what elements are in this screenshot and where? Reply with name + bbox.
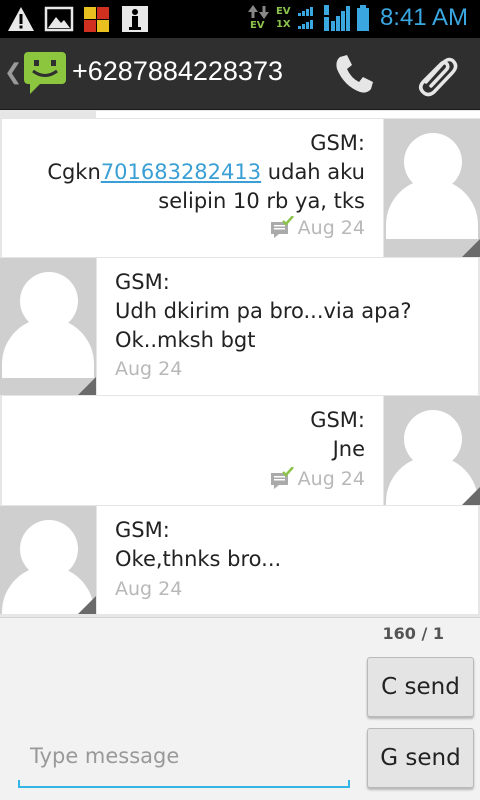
warning-icon: [6, 4, 36, 34]
paperclip-icon[interactable]: [414, 52, 460, 98]
message-bubble: GSM: Jne Aug 24: [2, 396, 383, 505]
input-left-tick: [18, 780, 20, 788]
notification-icons: [6, 4, 150, 34]
message-sender: GSM:: [310, 131, 365, 155]
message-item[interactable]: GSM: Cgkn701683282413 udah aku selipin 1…: [0, 119, 480, 257]
message-date: Aug 24: [297, 468, 365, 490]
message-input[interactable]: Type message: [18, 738, 350, 790]
message-date: Aug 24: [297, 217, 365, 239]
messaging-app-icon[interactable]: [22, 50, 68, 96]
signal-icon: [323, 3, 350, 33]
message-body: Udh dkirim pa bro...via apa? Ok..mksh bg…: [115, 299, 412, 352]
message-item[interactable]: GSM: Jne Aug 24: [0, 396, 480, 505]
message-text-prefix: Cgkn: [47, 160, 101, 184]
g-send-button[interactable]: G send: [367, 728, 474, 788]
message-input-underline: [18, 786, 350, 788]
message-text: GSM: Cgkn701683282413 udah aku selipin 1…: [25, 129, 365, 216]
message-bubble: GSM: Oke,thnks bro... Aug 24: [97, 506, 478, 614]
action-bar: ❮ +6287884228373: [0, 38, 480, 110]
message-text: GSM: Udh dkirim pa bro...via apa? Ok..mk…: [115, 268, 455, 355]
ev-signal-icon: EV 1X: [276, 3, 318, 33]
image-icon: [44, 4, 74, 34]
message-body: Jne: [332, 437, 365, 461]
previous-message-edge: [96, 111, 480, 118]
message-item[interactable]: GSM: Oke,thnks bro... Aug 24: [0, 506, 480, 614]
message-date: Aug 24: [115, 358, 183, 380]
message-sender: GSM:: [115, 518, 170, 542]
delivered-icon: [271, 467, 294, 489]
char-counter: 160 / 1: [382, 624, 444, 643]
message-text: GSM: Oke,thnks bro...: [115, 516, 455, 574]
avatar[interactable]: [384, 119, 480, 257]
delivered-icon: [271, 216, 294, 238]
arrows-label: EV: [249, 20, 265, 31]
contact-title: +6287884228373: [72, 56, 283, 86]
phone-number-link[interactable]: 701683282413: [101, 160, 261, 184]
message-bubble: GSM: Cgkn701683282413 udah aku selipin 1…: [2, 119, 383, 257]
message-date: Aug 24: [115, 578, 183, 600]
message-sender: GSM:: [310, 408, 365, 432]
input-right-tick: [348, 780, 350, 788]
avatar[interactable]: [384, 396, 480, 505]
phone-icon[interactable]: [332, 52, 376, 96]
info-icon: [120, 4, 150, 34]
system-icons: EV EV 1X 8:41 AM: [247, 3, 468, 33]
data-arrows-icon: EV: [247, 3, 270, 33]
message-bubble: GSM: Udh dkirim pa bro...via apa? Ok..mk…: [97, 258, 478, 395]
message-item[interactable]: GSM: Udh dkirim pa bro...via apa? Ok..mk…: [0, 258, 480, 395]
avatar[interactable]: [0, 258, 96, 395]
c-send-button[interactable]: C send: [367, 657, 474, 717]
message-body: Oke,thnks bro...: [115, 547, 282, 571]
message-list[interactable]: GSM: Cgkn701683282413 udah aku selipin 1…: [0, 111, 480, 617]
battery-icon: [356, 3, 370, 33]
message-text: GSM: Jne: [25, 406, 365, 464]
clock: 8:41 AM: [379, 4, 468, 31]
message-sender: GSM:: [115, 270, 170, 294]
back-caret-icon[interactable]: ❮: [4, 60, 22, 85]
compose-panel: 160 / 1 C send G send Type message: [0, 617, 480, 800]
status-bar: EV EV 1X 8:41 AM: [0, 0, 480, 38]
avatar[interactable]: [0, 506, 96, 614]
app-icon: [82, 4, 112, 34]
